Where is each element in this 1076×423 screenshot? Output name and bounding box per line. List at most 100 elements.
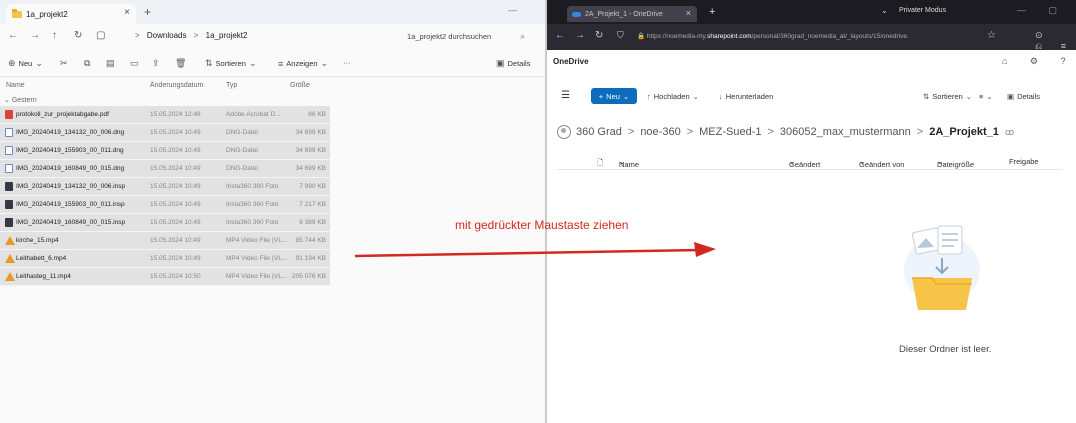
chevron-down-icon: ⌄ (692, 92, 699, 101)
explorer-toolbar: ⊕ Neu ⌄ ✂ ⧉ ▤ ▭ ⇪ 🗑 ⇅ Sortieren ⌄ ≡ Anze… (0, 50, 545, 77)
file-date: 15.05.2024 10:49 (150, 147, 201, 154)
sort-button[interactable]: ⇅ Sortieren ⌄ (205, 58, 257, 69)
file-size: 8 389 KB (299, 219, 326, 226)
sort-button[interactable]: ⇅ Sortieren ⌄ (923, 92, 975, 101)
dng-icon (5, 146, 13, 155)
details-icon: ▣ (496, 58, 505, 68)
paste-icon[interactable]: ▤ (106, 58, 115, 69)
download-button[interactable]: ↓ Herunterladen (719, 92, 773, 101)
screen: 1a_projekt2 × + — ← → ↑ ↻ ▢ > Downloads … (0, 0, 1076, 423)
view-pc-icon[interactable]: ▢ (96, 30, 105, 41)
forward-icon[interactable]: → (30, 30, 40, 41)
details-label: Details (507, 59, 531, 68)
details-button[interactable]: ▣ Details (1007, 92, 1040, 101)
file-row[interactable]: IMG_20240419_155903_00_011.dng 15.05.2024… (0, 142, 330, 160)
cut-icon[interactable]: ✂ (60, 58, 68, 69)
view-options-button[interactable]: ≡ ⌄ (979, 92, 996, 101)
up-icon[interactable]: ↑ (52, 30, 57, 41)
chevron-down-icon: ⌄ (986, 92, 993, 101)
file-row[interactable]: IMG_20240419_134132_00_006.insp 15.05.202… (0, 178, 330, 196)
breadcrumb-item[interactable]: 306052_max_mustermann (780, 126, 911, 138)
refresh-icon[interactable]: ↻ (74, 30, 82, 41)
rename-icon[interactable]: ▭ (130, 58, 139, 69)
new-button[interactable]: + Neu ⌄ (591, 88, 637, 104)
back-icon[interactable]: ← (555, 30, 565, 41)
file-date: 15.05.2024 10:49 (150, 129, 201, 136)
file-row[interactable]: Leithabett_6.mp4 15.05.2024 10:49 MP4 Vide… (0, 250, 330, 268)
shield-icon[interactable]: ⛉ (617, 30, 624, 41)
search-input[interactable]: 1a_projekt2 durchsuchen ⌕ (400, 29, 528, 45)
breadcrumb-item[interactable]: noe-360 (640, 126, 680, 138)
column-size[interactable]: Größe (290, 82, 310, 89)
browser-url-bar: ← → ↻ ⛉ 🔒 https://noemedia-my.sharepoint… (547, 24, 1076, 52)
breadcrumb: > Downloads > 1a_projekt2 (130, 31, 247, 40)
file-type: DNG-Datei (226, 147, 258, 154)
browser-toolbar-icons[interactable]: ⊙ ⎌ ≡ (1035, 30, 1076, 52)
upload-button[interactable]: ↑ Hochladen ⌄ (647, 92, 702, 101)
minimize-icon[interactable]: — (508, 5, 517, 15)
file-row[interactable]: kirche_15.mp4 15.05.2024 10:49 MP4 Video F… (0, 232, 330, 250)
menu-icon[interactable]: ☰ (561, 90, 570, 101)
file-row[interactable]: IMG_20240419_155903_00_011.insp 15.05.202… (0, 196, 330, 214)
tab-list-icon[interactable]: ⌄ (881, 6, 888, 15)
file-row[interactable]: Leithasteg_11.mp4 15.05.2024 10:50 MP4 Vid… (0, 268, 330, 286)
share-icon[interactable]: ꝏ (1005, 127, 1014, 138)
pdf-icon (5, 110, 13, 119)
file-explorer-window: 1a_projekt2 × + — ← → ↑ ↻ ▢ > Downloads … (0, 0, 545, 423)
header-icons[interactable]: ⌂ ⚙ ? (1002, 56, 1076, 67)
close-tab-icon[interactable]: × (686, 8, 691, 18)
more-options-button[interactable]: ··· (343, 58, 351, 67)
window-controls[interactable]: — ▢ (1017, 5, 1067, 16)
copy-icon[interactable]: ⧉ (84, 58, 90, 69)
column-type[interactable]: Typ (226, 82, 237, 89)
chevron-down-icon: ⌄ (35, 58, 43, 68)
bookmark-star-icon[interactable]: ☆ (987, 30, 996, 41)
breadcrumb-separator: > (686, 126, 694, 138)
file-type: MP4 Video File (VL... (226, 273, 288, 280)
file-type: Adobe Acrobat D... (226, 111, 281, 118)
new-tab-button[interactable]: + (709, 6, 715, 18)
column-modified[interactable]: Geändert ⌄ (789, 157, 820, 169)
column-modified-by[interactable]: Geändert von ⌄ (859, 157, 904, 169)
url-input[interactable]: 🔒 https://noemedia-my.sharepoint.com/per… (637, 29, 937, 45)
forward-icon[interactable]: → (575, 30, 585, 41)
column-file-size[interactable]: Dateigröße ⌄ (937, 157, 974, 169)
column-sharing[interactable]: Freigabe (1009, 157, 1039, 166)
file-row[interactable]: IMG_20240419_160849_00_015.insp 15.05.202… (0, 214, 330, 232)
details-button[interactable]: ▣ Details (496, 58, 530, 69)
onedrive-brand[interactable]: OneDrive (553, 57, 589, 66)
file-row[interactable]: IMG_20240419_160849_00_015.dng 15.05.2024… (0, 160, 330, 178)
explorer-tab-title: 1a_projekt2 (26, 9, 68, 19)
search-icon: ⌕ (520, 32, 525, 41)
dng-icon (5, 164, 13, 173)
chevron-down-icon: ⌄ (320, 58, 329, 68)
upload-label: Hochladen (653, 92, 690, 101)
back-icon[interactable]: ← (8, 30, 18, 41)
close-tab-icon[interactable]: × (124, 7, 130, 18)
column-header: Name Änderungsdatum Typ Größe (0, 80, 330, 94)
file-row[interactable]: protokoll_zur_projektabgabe.pdf 15.05.202… (0, 106, 330, 124)
file-row[interactable]: IMG_20240419_134132_00_006.dng 15.05.2024… (0, 124, 330, 142)
new-tab-button[interactable]: + (144, 5, 151, 19)
new-button[interactable]: ⊕ Neu ⌄ (8, 58, 43, 69)
delete-icon[interactable]: 🗑 (175, 58, 186, 69)
column-name[interactable]: Name (6, 82, 25, 89)
reload-icon[interactable]: ↻ (595, 30, 603, 41)
breadcrumb-item[interactable]: Downloads (147, 31, 187, 40)
column-date[interactable]: Änderungsdatum (150, 82, 203, 89)
file-date: 15.05.2024 10:49 (150, 219, 201, 226)
view-button[interactable]: ≡ Anzeigen ⌄ (278, 58, 328, 69)
chevron-down-icon: ⌄ (4, 97, 12, 104)
lock-icon: 🔒 (637, 33, 647, 40)
breadcrumb-item[interactable]: 360 Grad (576, 126, 622, 138)
breadcrumb-item[interactable]: 1a_projekt2 (206, 31, 248, 40)
group-header[interactable]: ⌄ Gestern (4, 96, 37, 104)
column-name[interactable]: Name ⌄ (619, 157, 639, 169)
vlc-icon (5, 236, 15, 245)
breadcrumb-item[interactable]: MEZ-Sued-1 (699, 126, 761, 138)
browser-tab-title: 2A_Projekt_1 - OneDrive (585, 10, 663, 18)
browser-tab[interactable]: 2A_Projekt_1 - OneDrive × (567, 6, 697, 22)
share-icon[interactable]: ⇪ (152, 58, 160, 69)
explorer-tab[interactable]: 1a_projekt2 × (6, 4, 136, 24)
empty-folder-illustration (904, 225, 980, 310)
